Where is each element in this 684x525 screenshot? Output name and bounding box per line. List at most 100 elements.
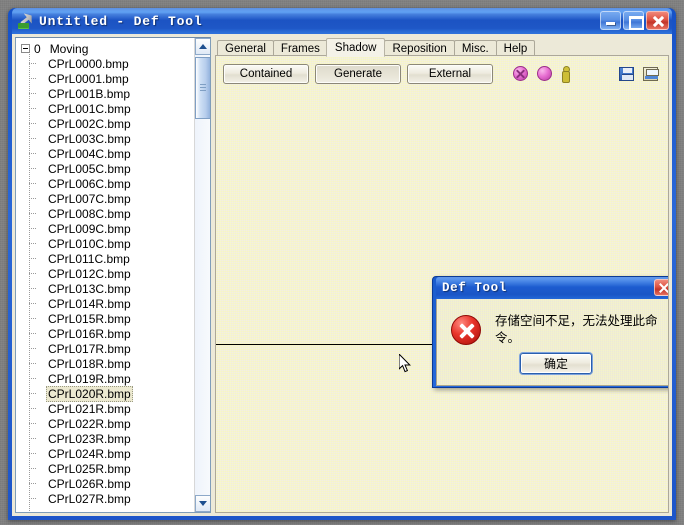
tree-item[interactable]: CPrL0000.bmp <box>20 56 194 71</box>
tree-root-node[interactable]: 0 Moving <box>20 41 194 56</box>
dialog-message: 存储空间不足，无法处理此命令。 <box>495 313 658 345</box>
tree-item-label: CPrL023R.bmp <box>48 431 131 446</box>
tree-item[interactable]: CPrL020R.bmp <box>20 385 194 402</box>
tree-item-label: CPrL004C.bmp <box>48 146 131 161</box>
tree-item[interactable]: CPrL008C.bmp <box>20 206 194 221</box>
tab-shadow[interactable]: Shadow <box>325 38 386 57</box>
error-dialog: Def Tool 存储空间不足，无法处理此命令。 确定 <box>432 276 668 388</box>
frame-tree[interactable]: 0 Moving CPrL0000.bmp CPrL0001.bmp CPrL001… <box>16 38 194 512</box>
tree-item-label: CPrL0000.bmp <box>48 56 129 71</box>
mouse-pointer <box>399 354 411 373</box>
scroll-up-arrow-icon[interactable] <box>195 38 210 55</box>
tree-item-label: CPrL0001.bmp <box>48 71 129 86</box>
toolbar-icon-group <box>513 65 570 83</box>
tab-reposition[interactable]: Reposition <box>384 40 455 56</box>
tree-item[interactable]: CPrL012C.bmp <box>20 266 194 281</box>
window-title-bar[interactable]: Untitled - Def Tool <box>12 8 672 34</box>
external-button[interactable]: External <box>407 63 493 84</box>
tree-item[interactable]: CPrL001C.bmp <box>20 101 194 116</box>
ok-button[interactable]: 确定 <box>520 353 592 374</box>
tab-frames[interactable]: Frames <box>272 40 328 56</box>
tree-item[interactable]: CPrL023R.bmp <box>20 431 194 446</box>
dialog-button-row: 确定 <box>437 353 668 385</box>
tree-item[interactable]: CPrL018R.bmp <box>20 356 194 371</box>
tree-item-label: CPrL014R.bmp <box>48 296 131 311</box>
window-title: Untitled - Def Tool <box>39 13 203 29</box>
error-icon <box>451 314 481 345</box>
tree-item[interactable]: CPrL024R.bmp <box>20 446 194 461</box>
tree-item-label: CPrL001B.bmp <box>48 86 131 101</box>
figure-icon[interactable] <box>561 65 570 83</box>
scrollbar-thumb[interactable] <box>195 57 210 119</box>
application-window: Untitled - Def Tool 0 Moving CPrL0000.bm… <box>8 8 676 520</box>
dialog-close-button[interactable] <box>654 279 668 296</box>
tree-item-label: CPrL021R.bmp <box>48 401 131 416</box>
tree-item-label: CPrL015R.bmp <box>48 311 131 326</box>
generate-button[interactable]: Generate <box>315 63 401 84</box>
def-tool-icon <box>17 13 34 30</box>
tree-item-label: CPrL002C.bmp <box>48 116 131 131</box>
dialog-message-row: 存储空间不足，无法处理此命令。 <box>437 299 668 347</box>
tree-item[interactable]: CPrL011C.bmp <box>20 251 194 266</box>
maximize-button[interactable] <box>623 11 644 30</box>
tree-item[interactable]: CPrL019R.bmp <box>20 371 194 386</box>
shadow-tab-panel: Contained Generate External Def Tool 存储空… <box>215 55 669 513</box>
dialog-title-bar[interactable]: Def Tool <box>436 277 668 299</box>
dialog-body: 存储空间不足，无法处理此命令。 确定 <box>436 299 668 386</box>
tree-item[interactable]: CPrL007C.bmp <box>20 191 194 206</box>
tree-item[interactable]: CPrL022R.bmp <box>20 416 194 431</box>
tree-item[interactable]: CPrL002C.bmp <box>20 116 194 131</box>
filled-circle-icon[interactable] <box>537 66 552 81</box>
tree-item[interactable]: CPrL009C.bmp <box>20 221 194 236</box>
tree-item-label: CPrL016R.bmp <box>48 326 131 341</box>
tree-item-label: CPrL001C.bmp <box>48 101 131 116</box>
tree-item[interactable]: CPrL001B.bmp <box>20 86 194 101</box>
tab-general[interactable]: General <box>217 40 274 56</box>
window-controls <box>600 11 669 30</box>
scroll-down-arrow-icon[interactable] <box>195 495 210 512</box>
collapse-icon[interactable] <box>21 44 30 53</box>
tree-item-label: CPrL027R.bmp <box>48 491 131 506</box>
tree-item-label: CPrL022R.bmp <box>48 416 131 431</box>
right-pane: General Frames Shadow Reposition Misc. Help C… <box>215 37 669 513</box>
tree-item-label: CPrL007C.bmp <box>48 191 131 206</box>
tree-item[interactable]: CPrL010C.bmp <box>20 236 194 251</box>
contained-button[interactable]: Contained <box>223 63 309 84</box>
tree-item-label: CPrL010C.bmp <box>48 236 131 251</box>
tree-item-label: CPrL020R.bmp <box>46 385 133 402</box>
tree-item[interactable]: CPrL005C.bmp <box>20 161 194 176</box>
tree-item[interactable]: CPrL004C.bmp <box>20 146 194 161</box>
tree-item-label: CPrL011C.bmp <box>48 251 130 266</box>
minimize-button[interactable] <box>600 11 621 30</box>
toolbar-right-icon-group <box>619 66 662 81</box>
tree-root-index: 0 <box>34 41 41 56</box>
tree-item-label: CPrL005C.bmp <box>48 161 131 176</box>
shadow-toolbar: Contained Generate External <box>216 56 668 86</box>
tab-help[interactable]: Help <box>495 40 536 56</box>
tree-item[interactable]: CPrL021R.bmp <box>20 401 194 416</box>
tree-item[interactable]: CPrL014R.bmp <box>20 296 194 311</box>
tree-item-label: CPrL003C.bmp <box>48 131 131 146</box>
tab-misc[interactable]: Misc. <box>453 40 497 56</box>
tree-item[interactable]: CPrL0001.bmp <box>20 71 194 86</box>
tree-item[interactable]: CPrL025R.bmp <box>20 461 194 476</box>
tree-item-label: CPrL026R.bmp <box>48 476 131 491</box>
tree-item[interactable]: CPrL027R.bmp <box>20 491 194 506</box>
tree-item[interactable]: CPrL016R.bmp <box>20 326 194 341</box>
tree-item[interactable]: CPrL015R.bmp <box>20 311 194 326</box>
crossed-circle-icon[interactable] <box>513 66 528 81</box>
tree-item[interactable]: CPrL003C.bmp <box>20 131 194 146</box>
tree-item[interactable]: CPrL017R.bmp <box>20 341 194 356</box>
tree-item[interactable]: CPrL026R.bmp <box>20 476 194 491</box>
tree-item-label: CPrL008C.bmp <box>48 206 131 221</box>
tree-item-label: CPrL019R.bmp <box>48 371 131 386</box>
tree-item[interactable]: CPrL006C.bmp <box>20 176 194 191</box>
tree-item[interactable]: CPrL013C.bmp <box>20 281 194 296</box>
save-icon[interactable] <box>619 66 634 81</box>
close-button[interactable] <box>646 11 669 30</box>
print-icon[interactable] <box>643 66 659 81</box>
tree-scrollbar[interactable] <box>194 38 210 512</box>
client-area: 0 Moving CPrL0000.bmp CPrL0001.bmp CPrL001… <box>12 34 672 516</box>
tree-item-label: CPrL012C.bmp <box>48 266 131 281</box>
tree-item-label: CPrL018R.bmp <box>48 356 131 371</box>
